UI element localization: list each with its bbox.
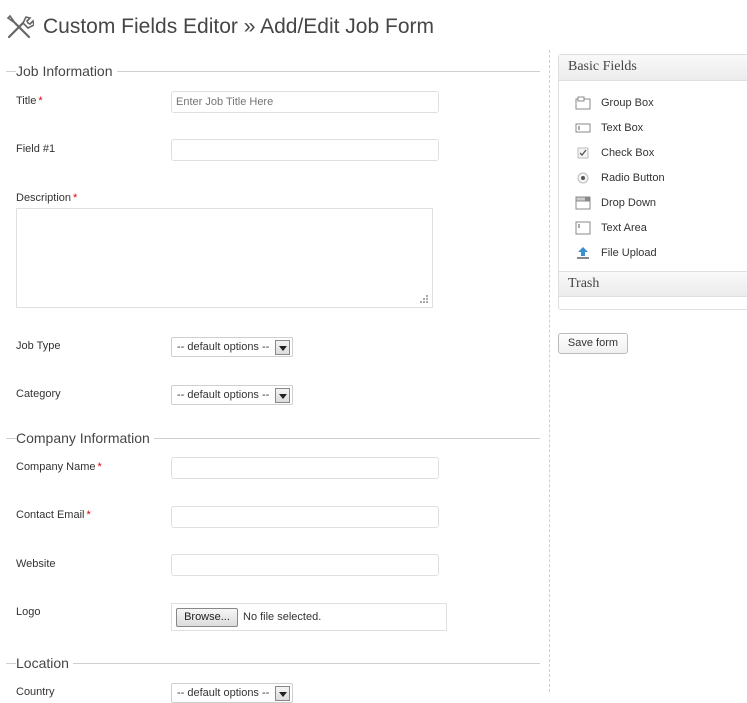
- field-item-text-box[interactable]: Text Box: [559, 115, 747, 140]
- logo-file-input[interactable]: Browse... No file selected.: [171, 603, 447, 631]
- radio-button-icon: [575, 170, 591, 186]
- company-name-label-text: Company Name: [16, 461, 96, 473]
- check-box-icon: [575, 145, 591, 161]
- description-label-text: Description: [16, 192, 72, 204]
- company-name-input[interactable]: [171, 457, 439, 479]
- field-item-label: Check Box: [601, 146, 655, 159]
- text-area-icon: [575, 220, 591, 236]
- drop-down-icon: [575, 195, 591, 211]
- page-title: Custom Fields Editor » Add/Edit Job Form: [43, 15, 434, 38]
- field-item-check-box[interactable]: Check Box: [559, 140, 747, 165]
- trash-dropzone[interactable]: [559, 297, 747, 309]
- field1-input[interactable]: [171, 139, 439, 161]
- field-item-drop-down[interactable]: Drop Down: [559, 190, 747, 215]
- field-item-label: Radio Button: [601, 171, 665, 184]
- chevron-down-icon[interactable]: [275, 388, 290, 403]
- field-item-label: File Upload: [601, 246, 657, 259]
- job-type-value: -- default options --: [177, 341, 270, 353]
- field-item-label: Group Box: [601, 96, 654, 109]
- required-mark: *: [73, 192, 78, 204]
- company-section-legend: Company Information: [16, 430, 154, 446]
- required-mark: *: [86, 509, 91, 521]
- location-section-legend: Location: [16, 655, 73, 671]
- basic-fields-list: Group Box Text Box Check Box Radio Butto…: [559, 81, 747, 271]
- field-item-label: Drop Down: [601, 196, 657, 209]
- website-label: Website: [16, 558, 56, 570]
- category-label: Category: [16, 388, 61, 400]
- contact-email-input[interactable]: [171, 506, 439, 528]
- basic-fields-title[interactable]: Basic Fields: [559, 55, 747, 81]
- tools-icon: [6, 14, 34, 39]
- chevron-down-icon[interactable]: [275, 340, 290, 355]
- trash-title[interactable]: Trash: [559, 271, 747, 297]
- save-form-button[interactable]: Save form: [558, 333, 628, 354]
- field-item-radio-button[interactable]: Radio Button: [559, 165, 747, 190]
- page-header: Custom Fields Editor » Add/Edit Job Form: [4, 10, 434, 44]
- field-item-label: Text Box: [601, 121, 644, 134]
- job-title-input[interactable]: [171, 91, 439, 113]
- field-item-label: Text Area: [601, 221, 647, 234]
- category-select[interactable]: -- default options --: [171, 385, 293, 405]
- file-upload-icon: [575, 245, 591, 261]
- basic-fields-panel: Basic Fields Group Box Text Box Check Bo…: [558, 54, 747, 310]
- field1-label: Field #1: [16, 143, 56, 155]
- field-item-group-box[interactable]: Group Box: [559, 90, 747, 115]
- field-item-file-upload[interactable]: File Upload: [559, 240, 747, 265]
- description-label: Description *: [16, 192, 77, 204]
- text-box-icon: [575, 120, 591, 136]
- logo-label: Logo: [16, 606, 41, 618]
- job-type-select[interactable]: -- default options --: [171, 337, 293, 357]
- website-input[interactable]: [171, 554, 439, 576]
- country-label: Country: [16, 686, 55, 698]
- category-value: -- default options --: [177, 389, 270, 401]
- job-section-legend: Job Information: [16, 63, 117, 79]
- file-status: No file selected.: [243, 611, 322, 623]
- field-item-text-area[interactable]: Text Area: [559, 215, 747, 240]
- required-mark: *: [97, 461, 102, 473]
- required-mark: *: [38, 95, 43, 107]
- title-label: Title *: [16, 95, 43, 107]
- resize-grip-icon[interactable]: [419, 294, 429, 304]
- company-name-label: Company Name *: [16, 461, 102, 473]
- chevron-down-icon[interactable]: [275, 686, 290, 701]
- column-divider: [549, 50, 550, 692]
- contact-email-label: Contact Email *: [16, 509, 91, 521]
- group-box-icon: [575, 95, 591, 111]
- contact-email-label-text: Contact Email: [16, 509, 85, 521]
- location-section-divider: [6, 663, 540, 664]
- country-value: -- default options --: [177, 687, 270, 699]
- description-textarea[interactable]: [16, 208, 433, 308]
- job-type-label: Job Type: [16, 340, 61, 352]
- country-select[interactable]: -- default options --: [171, 683, 293, 703]
- title-label-text: Title: [16, 95, 37, 107]
- browse-button[interactable]: Browse...: [176, 608, 238, 627]
